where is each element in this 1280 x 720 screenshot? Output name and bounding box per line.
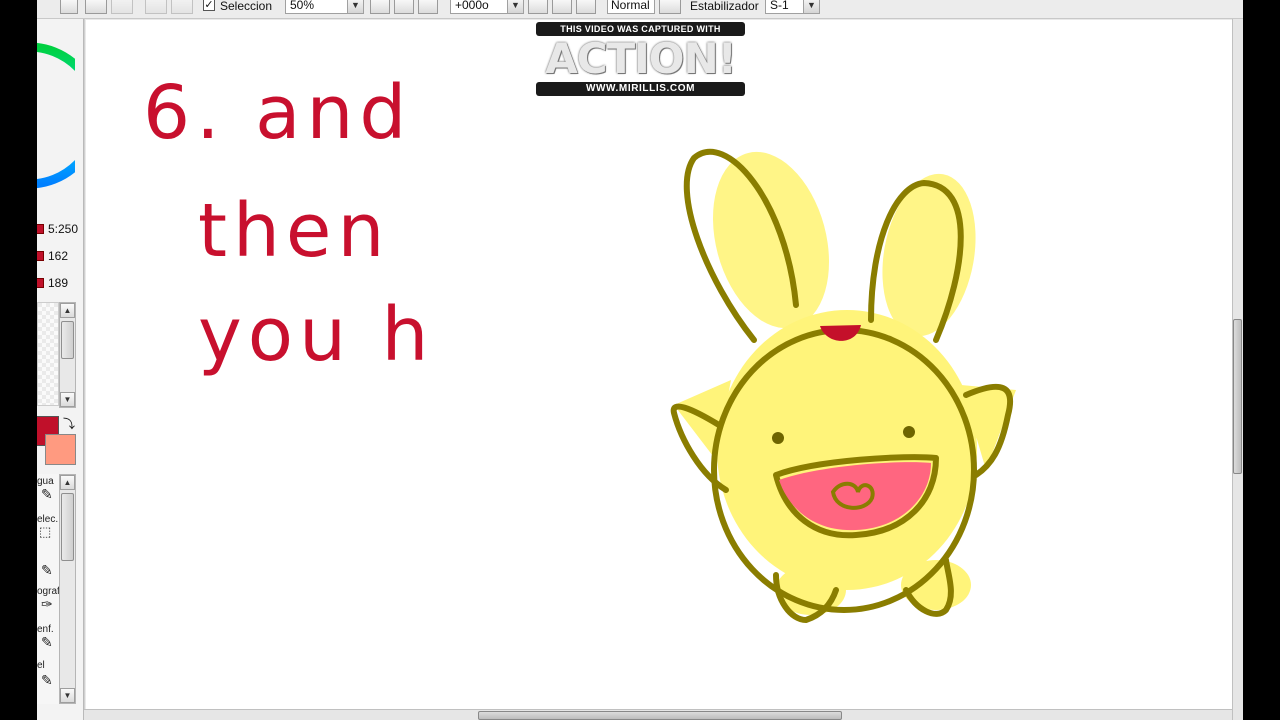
rotation-value: +000o <box>455 0 489 12</box>
paint-tool-sai-window: ✓ Seleccion 50% ▼ +000o ▼ Normal Estabil… <box>37 0 1243 720</box>
left-tool-panel: 5:250 162 189 ▲ ▼ ⤵ gua ✎ elec. ⬚ ✎ ogra… <box>37 19 84 720</box>
top-toolbar: ✓ Seleccion 50% ▼ +000o ▼ Normal Estabil… <box>37 0 1243 19</box>
color-value-3: 189 <box>48 276 69 290</box>
selection-label: Seleccion <box>220 0 273 13</box>
scroll-up-icon[interactable]: ▲ <box>60 475 75 490</box>
rotation-dropdown[interactable]: +000o ▼ <box>450 0 524 14</box>
color-value-2: 162 <box>48 249 69 263</box>
flip-canvas-button[interactable] <box>659 0 681 14</box>
character-drawing <box>670 148 1016 623</box>
undo-button[interactable] <box>85 0 107 14</box>
handwriting-line-1: 6. and <box>143 70 412 156</box>
palette-scrollbar[interactable]: ▲ ▼ <box>59 302 76 408</box>
scroll-down-icon[interactable]: ▼ <box>60 392 75 407</box>
canvas-vertical-scrollbar[interactable] <box>1232 19 1243 720</box>
drawing-canvas[interactable]: 6. and then you h <box>86 20 1233 710</box>
hue-swatch <box>37 224 44 234</box>
watermark-bottom-text: WWW.MIRILLIS.COM <box>536 82 745 96</box>
toolbar-menu-button[interactable] <box>60 0 78 14</box>
blur-icon[interactable]: ✎ <box>41 634 53 651</box>
capture-watermark: THIS VIDEO WAS CAPTURED WITH ACTION! WWW… <box>536 22 745 97</box>
zoom-value: 50% <box>290 0 315 12</box>
rotate-right-button[interactable] <box>552 0 572 14</box>
zoom-out-button[interactable] <box>370 0 390 14</box>
rotate-left-button[interactable] <box>528 0 548 14</box>
saturation-swatch <box>37 251 44 261</box>
color-value-1: 5:250 <box>48 222 79 236</box>
handwriting-line-3: you h <box>198 292 434 378</box>
deselect-button[interactable] <box>145 0 167 14</box>
scroll-thumb[interactable] <box>61 493 74 561</box>
tool-pixel-label: el <box>37 660 45 671</box>
selection-checkbox[interactable]: ✓ <box>203 0 215 11</box>
stabilizer-dropdown[interactable]: S-1 ▼ <box>765 0 820 14</box>
scratchpad-area[interactable] <box>37 302 59 406</box>
handwriting-line-2: then <box>198 188 390 274</box>
chevron-down-icon: ▼ <box>347 0 363 13</box>
airbrush-icon[interactable]: ✑ <box>41 596 53 613</box>
brush-icon[interactable]: ✎ <box>41 672 53 689</box>
watermark-logo: ACTION! <box>545 34 737 83</box>
invert-selection-button[interactable] <box>171 0 193 14</box>
scroll-down-icon[interactable]: ▼ <box>60 688 75 703</box>
secondary-color-swatch[interactable] <box>45 434 76 465</box>
blend-mode-value: Normal <box>611 0 650 12</box>
color-wheel[interactable] <box>37 39 75 189</box>
value-swatch <box>37 278 44 288</box>
blend-mode-dropdown[interactable]: Normal <box>607 0 655 14</box>
tools-scrollbar[interactable]: ▲ ▼ <box>59 474 76 704</box>
vertical-scroll-thumb[interactable] <box>1233 319 1242 474</box>
select-pen-icon[interactable]: ⬚ <box>39 524 51 540</box>
tool-list: gua ✎ elec. ⬚ ✎ ografi ✑ enf. ✎ el ✎ <box>37 474 62 704</box>
scroll-up-icon[interactable]: ▲ <box>60 303 75 318</box>
canvas-viewport[interactable]: 6. and then you h <box>84 19 1233 710</box>
chevron-down-icon: ▼ <box>803 0 819 13</box>
redo-button[interactable] <box>111 0 133 14</box>
horizontal-scroll-thumb[interactable] <box>478 711 842 720</box>
canvas-drawing: 6. and then you h <box>143 70 1016 623</box>
stabilizer-value: S-1 <box>770 0 789 12</box>
right-letterbox <box>1243 0 1280 720</box>
rotation-reset-button[interactable] <box>576 0 596 14</box>
pencil-icon[interactable]: ✎ <box>41 562 53 579</box>
zoom-in-button[interactable] <box>394 0 414 14</box>
chevron-down-icon: ▼ <box>507 0 523 13</box>
swap-colors-icon[interactable]: ⤵ <box>63 415 75 432</box>
canvas-horizontal-scrollbar[interactable] <box>84 709 1232 720</box>
stabilizer-label: Estabilizador <box>690 0 759 13</box>
scroll-thumb[interactable] <box>61 321 74 359</box>
zoom-reset-button[interactable] <box>418 0 438 14</box>
zoom-dropdown[interactable]: 50% ▼ <box>285 0 364 14</box>
water-brush-icon[interactable]: ✎ <box>41 486 53 503</box>
